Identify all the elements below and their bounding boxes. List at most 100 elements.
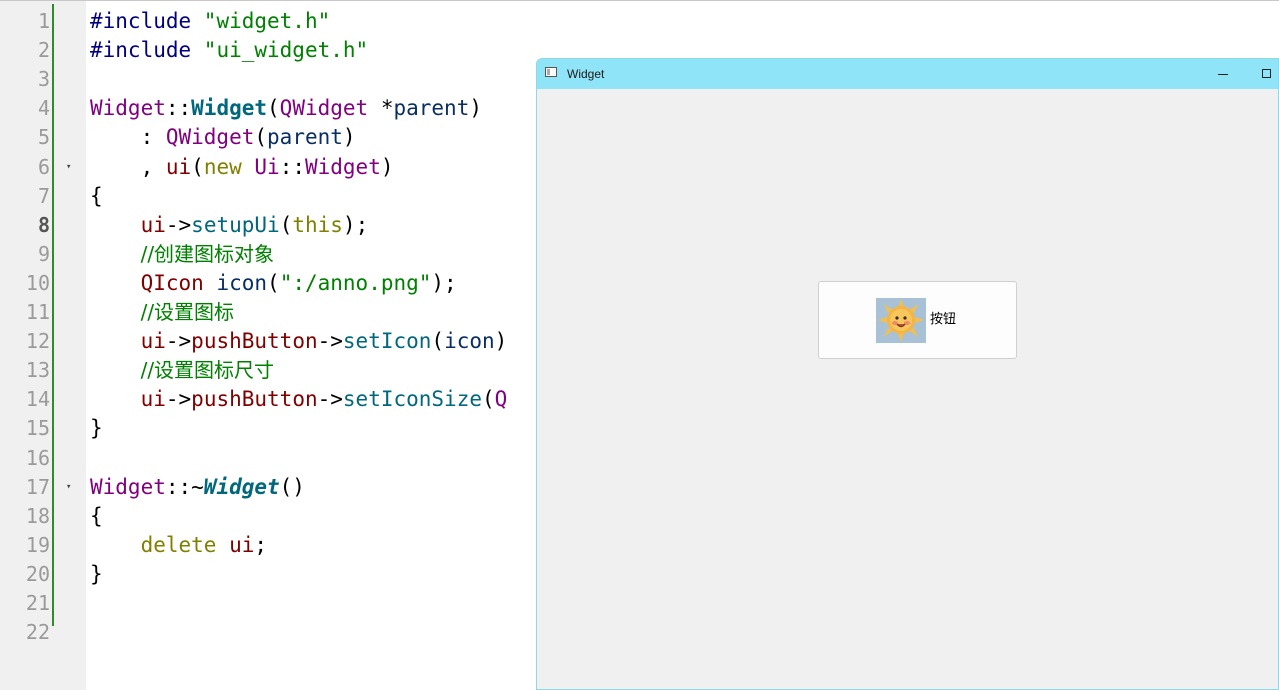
code-token: setupUi [191,212,280,237]
code-token: * [368,96,394,121]
code-token: ui [140,387,166,412]
code-token: //设置图标尺寸 [140,358,275,383]
code-text: Widget::Widget(QWidget *parent) [90,94,482,123]
code-token: Q [494,387,508,412]
code-text: delete ui; [90,531,267,560]
code-token: -> [317,329,343,354]
push-button[interactable]: 按钮 [818,281,1017,359]
code-token: } [90,416,103,441]
code-text: QIcon icon(":/anno.png"); [90,269,457,298]
fold-arrow-icon[interactable]: ▾ [66,153,71,182]
sun-face-icon [876,298,926,343]
widget-window[interactable]: Widget 按钮 [536,58,1279,690]
code-token: ui [165,154,192,179]
code-text: } [90,414,103,443]
code-token: #include [90,38,204,63]
code-token: Ui [254,154,280,179]
code-token: new [203,154,255,179]
code-token: parent [267,125,343,150]
code-line[interactable]: 1 #include "widget.h" [0,7,1279,36]
line-number: 21 [25,591,50,615]
line-number: 4 [37,96,50,121]
code-token: ); [342,212,369,237]
line-number: 12 [25,329,50,354]
code-text: #include "ui_widget.h" [90,36,368,65]
title-bar[interactable]: Widget [537,59,1278,89]
maximize-button[interactable] [1245,59,1278,89]
code-token: ( [431,329,445,354]
code-token: pushButton [191,387,318,412]
code-token: Widget [304,154,381,179]
line-number: 16 [25,445,50,470]
code-token: icon [444,329,495,354]
line-number: 1 [37,9,50,33]
code-token: icon [216,270,268,295]
code-token: setIconSize [342,387,482,412]
code-token: parent [393,96,470,121]
code-text: , ui(new Ui::Widget) [90,153,394,182]
code-token: QWidget [165,125,255,150]
code-text: ui->pushButton->setIcon(icon) [90,327,508,356]
code-token: ) [342,125,356,150]
code-token: ( [254,125,268,150]
code-token: QIcon [140,270,204,295]
code-token: Widget [90,474,166,499]
fold-arrow-icon[interactable]: ▾ [66,473,71,502]
line-number: 6 [37,154,50,179]
code-token: Widget [90,96,166,121]
code-text: } [90,560,103,589]
window-title: Widget [567,67,605,81]
code-text: #include "widget.h" [90,7,330,36]
line-number: 14 [25,387,50,412]
code-token: } [90,561,103,586]
line-number: 18 [25,503,50,528]
code-text: ui->setupUi(this); [90,211,369,240]
code-token: #include [90,9,204,33]
code-token: ) [469,96,482,121]
line-number: 3 [37,67,50,92]
line-number: 19 [25,532,50,557]
code-text: { [90,502,103,531]
code-token: -> [165,387,192,412]
minimize-button[interactable] [1201,59,1245,89]
line-number: 17 [25,474,50,499]
code-token: ui [140,329,166,354]
line-number: 20 [25,561,50,586]
code-token: { [90,503,103,528]
code-token: Widget [191,96,268,121]
code-token: ui [229,532,255,557]
code-text: //设置图标尺寸 [90,356,274,385]
code-text: ui->pushButton->setIconSize(Q [90,385,508,414]
code-token: ( [267,270,280,295]
code-token: QWidget [279,96,369,121]
code-token: ( [279,212,293,237]
code-token: pushButton [191,329,318,354]
code-text: { [90,182,103,211]
code-token: this [292,212,343,237]
line-number: 2 [37,38,50,63]
code-token: ui [140,212,166,237]
line-number: 5 [37,125,50,150]
code-token: , [90,154,166,179]
code-token: "ui_widget.h" [203,38,369,63]
line-number: 9 [37,241,50,266]
line-number: 11 [25,300,50,324]
code-token: ); [431,270,457,295]
push-button-label: 按钮 [930,312,957,327]
code-token: setIcon [342,329,432,354]
code-text: : QWidget(parent) [90,123,356,152]
code-token: -> [165,212,192,237]
code-text: //设置图标 [90,298,234,327]
window-icon [545,67,557,77]
code-token: delete [140,532,230,557]
line-number: 22 [25,620,50,645]
code-token: () [279,474,305,499]
